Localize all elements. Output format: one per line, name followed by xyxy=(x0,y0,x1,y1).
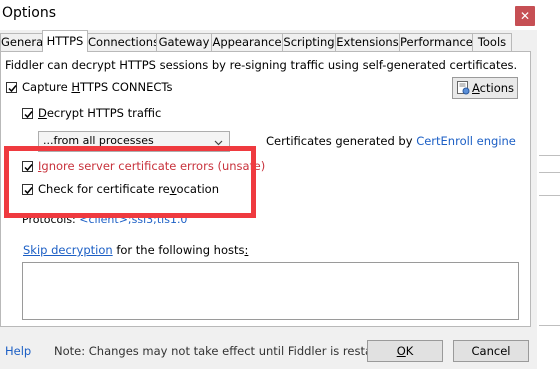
tab-https[interactable]: HTTPS xyxy=(42,30,88,52)
actions-button[interactable]: Actions xyxy=(452,77,518,99)
certs-label: Certificates generated by CertEnroll eng… xyxy=(266,134,516,148)
tab-connections[interactable]: Connections xyxy=(87,33,159,51)
cancel-button[interactable]: Cancel xyxy=(453,340,529,362)
ok-button[interactable]: OK xyxy=(367,340,443,362)
tab-gateway[interactable]: Gateway xyxy=(156,33,212,51)
skip-hosts-textarea[interactable] xyxy=(22,262,519,320)
title-bar: Options ✕ xyxy=(0,0,537,30)
tab-extensions[interactable]: Extensions xyxy=(335,33,400,51)
capture-https-checkbox[interactable] xyxy=(6,82,17,93)
certificate-icon xyxy=(457,81,470,95)
decrypt-https-checkbox[interactable] xyxy=(22,108,33,119)
capture-https-label: Capture HTTPS CONNECTs xyxy=(22,80,173,94)
window-title: Options xyxy=(2,5,57,21)
close-button[interactable]: ✕ xyxy=(515,6,535,26)
skip-decryption-label: Skip decryption for the following hosts: xyxy=(23,243,249,257)
decrypt-https-label: Decrypt HTTPS traffic xyxy=(38,106,162,120)
background-window-strip xyxy=(537,0,560,369)
tab-appearance[interactable]: Appearance xyxy=(211,33,283,51)
skip-decryption-link[interactable]: Skip decryption xyxy=(23,243,113,257)
cert-engine-link[interactable]: CertEnroll engine xyxy=(416,134,516,148)
tab-strip: General HTTPS Connections Gateway Appear… xyxy=(0,30,537,52)
help-link[interactable]: Help xyxy=(5,344,31,358)
tab-scripting[interactable]: Scripting xyxy=(282,33,336,51)
tab-performance[interactable]: Performance xyxy=(399,33,473,51)
tab-tools[interactable]: Tools xyxy=(472,33,512,51)
https-description: Fiddler can decrypt HTTPS sessions by re… xyxy=(5,58,518,72)
close-icon: ✕ xyxy=(519,9,531,23)
tab-general[interactable]: General xyxy=(0,33,46,51)
highlight-annotation xyxy=(4,146,256,218)
restart-note: Note: Changes may not take effect until … xyxy=(54,344,400,358)
